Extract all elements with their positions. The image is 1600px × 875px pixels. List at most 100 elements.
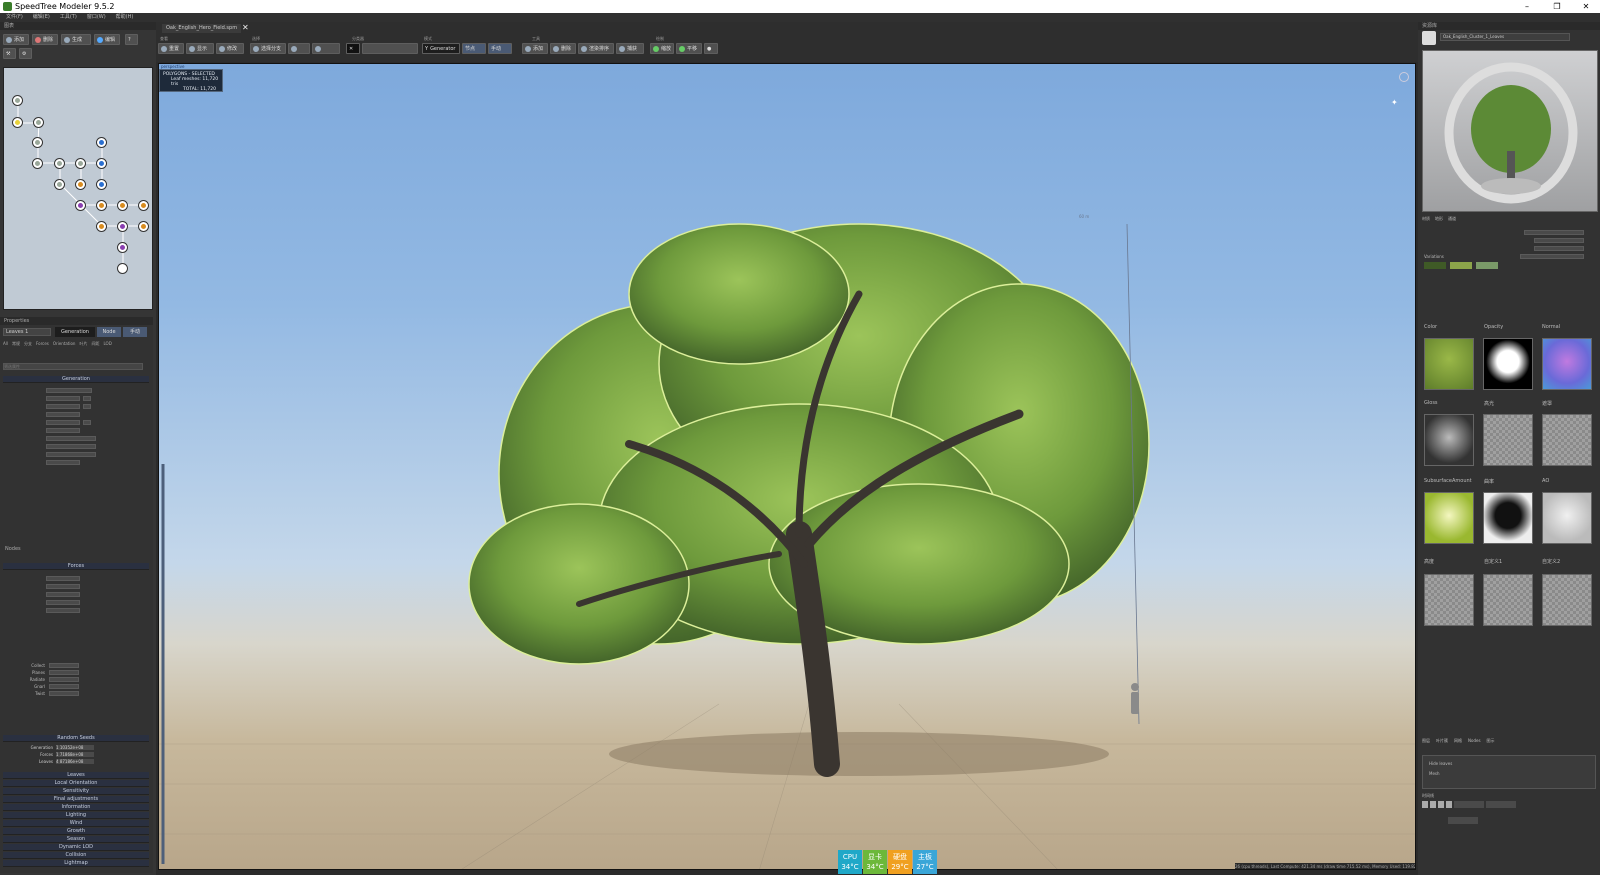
ao-map-thumbnail[interactable] xyxy=(1542,492,1592,544)
spread-curve[interactable] xyxy=(83,419,91,425)
menu-tools[interactable]: 工具(T) xyxy=(60,13,77,22)
subtab-lod[interactable]: LOD xyxy=(103,341,111,347)
variation-swatch-1[interactable] xyxy=(1424,262,1446,269)
reset-view-button[interactable]: 重置 xyxy=(158,43,184,54)
graph-node-leaves[interactable] xyxy=(76,201,85,210)
graph-node-branch[interactable] xyxy=(33,138,42,147)
gloss-map-thumbnail[interactable] xyxy=(1424,414,1474,466)
section-lighting[interactable]: Lighting xyxy=(3,812,149,819)
start-field[interactable] xyxy=(46,395,80,401)
menu-help[interactable]: 帮助(H) xyxy=(116,13,134,22)
angle-field[interactable] xyxy=(46,435,96,441)
start-curve[interactable] xyxy=(83,395,91,401)
mat-field-3[interactable] xyxy=(1534,246,1584,251)
mat-field-1[interactable] xyxy=(1524,230,1584,235)
zoom-button[interactable]: 缩放 xyxy=(650,43,674,54)
restore-button[interactable]: ❐ xyxy=(1543,0,1571,13)
custom1-map-thumbnail[interactable] xyxy=(1483,574,1533,626)
tab-mesh[interactable]: 网格 xyxy=(1454,738,1462,744)
graph-node-orange-3[interactable] xyxy=(118,201,127,210)
tab-manual[interactable]: 手动 xyxy=(123,327,147,337)
mode-field[interactable] xyxy=(46,451,96,457)
tab-leaf-clusters[interactable]: 叶片簇 xyxy=(1436,738,1448,744)
color-map-thumbnail[interactable] xyxy=(1424,338,1474,390)
fps-dropdown[interactable] xyxy=(1448,817,1478,824)
force-field-5[interactable] xyxy=(46,607,80,613)
subsurface-map-thumbnail[interactable] xyxy=(1424,492,1474,544)
capture-button[interactable]: 捕获 xyxy=(616,43,644,54)
subtab-forces[interactable]: Forces xyxy=(36,341,49,347)
frame-field[interactable] xyxy=(1454,801,1484,808)
force-twist[interactable]: Twist xyxy=(5,691,45,696)
seed-forces-field[interactable]: 1 71868e+08 xyxy=(56,752,94,757)
generator-graph[interactable] xyxy=(3,67,153,310)
normal-map-thumbnail[interactable] xyxy=(1542,338,1592,390)
play-first-icon[interactable] xyxy=(1422,801,1428,808)
section-wind[interactable]: Wind xyxy=(3,820,149,827)
play-next-icon[interactable] xyxy=(1446,801,1452,808)
menu-window[interactable]: 窗口(W) xyxy=(87,13,106,22)
tab-material[interactable]: 材质 xyxy=(1422,216,1430,222)
graph-node-leaves-3[interactable] xyxy=(118,243,127,252)
section-dynamic-lod[interactable]: Dynamic LOD xyxy=(3,844,149,851)
number-field[interactable] xyxy=(46,411,80,417)
mat-field-4[interactable] xyxy=(1520,254,1584,259)
spread-field[interactable] xyxy=(46,419,80,425)
tab-diagram[interactable]: 图示 xyxy=(1487,738,1495,744)
pan-button[interactable]: 平移 xyxy=(676,43,702,54)
graph-node-blue[interactable] xyxy=(97,138,106,147)
subtab-branch[interactable]: 分支 xyxy=(24,341,32,347)
seed-leaves-field[interactable]: 4 87186e+08 xyxy=(56,759,94,764)
toolbar-button-b[interactable] xyxy=(288,43,310,54)
play-icon[interactable] xyxy=(1438,801,1444,808)
subtab-spacing[interactable]: 间距 xyxy=(91,341,99,347)
specular-map-thumbnail[interactable] xyxy=(1483,414,1533,466)
tab-node[interactable]: Node xyxy=(97,327,121,337)
force-radiate-field[interactable] xyxy=(49,677,79,682)
tab-nodes[interactable]: Nodes xyxy=(1468,738,1481,744)
force-field-2[interactable] xyxy=(46,583,80,589)
force-collect[interactable]: Collect xyxy=(5,663,45,668)
select-branch-button[interactable]: 选择分支 xyxy=(250,43,286,54)
graph-node-leaves-2[interactable] xyxy=(118,222,127,231)
section-random-seeds[interactable]: Random Seeds xyxy=(3,735,149,742)
mat-field-2[interactable] xyxy=(1534,238,1584,243)
graph-node-branch-3[interactable] xyxy=(55,159,64,168)
section-collision[interactable]: Collision xyxy=(3,852,149,859)
close-window-button[interactable]: ✕ xyxy=(1572,0,1600,13)
graph-node-roots[interactable] xyxy=(34,118,43,127)
material-dropdown[interactable]: Oak_English_Cluster_1_Leaves xyxy=(1440,33,1570,41)
graph-node-end[interactable] xyxy=(118,264,127,273)
variation-swatch-2[interactable] xyxy=(1450,262,1472,269)
anchors-field[interactable] xyxy=(46,387,92,393)
speed-field[interactable] xyxy=(1486,801,1516,808)
render-order-button[interactable]: 渲染排序 xyxy=(578,43,614,54)
hand-tool-icon[interactable] xyxy=(1422,31,1436,45)
graph-node-orange-5[interactable] xyxy=(97,222,106,231)
curvature-map-thumbnail[interactable] xyxy=(1483,492,1533,544)
draw-toggle-button[interactable]: ● xyxy=(704,43,718,54)
menu-edit[interactable]: 编辑(E) xyxy=(33,13,50,22)
graph-node-orange-4[interactable] xyxy=(139,201,148,210)
graph-node-branch-2[interactable] xyxy=(33,159,42,168)
add-tool-button[interactable]: 添加 xyxy=(522,43,548,54)
minimize-button[interactable]: – xyxy=(1513,0,1541,13)
manual-mode-button[interactable]: 手动 xyxy=(488,43,512,54)
variation-swatch-3[interactable] xyxy=(1476,262,1498,269)
section-final-adjustments[interactable]: Final adjustments xyxy=(3,796,149,803)
classifier-toggle[interactable]: ✕ xyxy=(346,43,360,54)
graph-node-root[interactable] xyxy=(13,96,22,105)
section-local-orientation[interactable]: Local Orientation xyxy=(3,780,149,787)
subtab-leaves[interactable]: 叶片 xyxy=(79,341,87,347)
generator-mode-button[interactable]: Y Generator xyxy=(422,43,460,54)
layer-mesh[interactable]: Mesh xyxy=(1429,769,1589,779)
height-map-thumbnail[interactable] xyxy=(1424,574,1474,626)
custom2-map-thumbnail[interactable] xyxy=(1542,574,1592,626)
material-preview[interactable] xyxy=(1422,50,1598,212)
tab-layers[interactable]: 图层 xyxy=(1422,738,1430,744)
force-planes[interactable]: Planes xyxy=(5,670,45,675)
force-gnarl-field[interactable] xyxy=(49,684,79,689)
property-filter-input[interactable] xyxy=(3,363,143,370)
force-planes-field[interactable] xyxy=(49,670,79,675)
opacity-map-thumbnail[interactable] xyxy=(1483,338,1533,390)
